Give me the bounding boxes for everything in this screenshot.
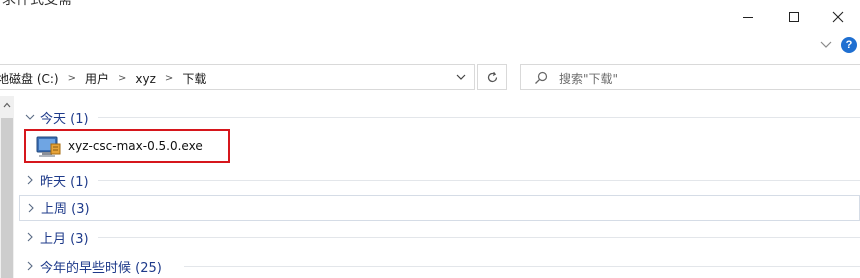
search-placeholder: 搜索"下载" xyxy=(559,72,619,86)
group-header-last-month[interactable]: 上月 (3) xyxy=(14,225,860,249)
group-header-yesterday[interactable]: 昨天 (1) xyxy=(14,168,860,192)
group-header-today[interactable]: 今天 (1) xyxy=(14,105,860,129)
minimize-icon xyxy=(743,17,753,18)
group-header-last-week[interactable]: 上周 (3) xyxy=(19,195,860,221)
group-label: 昨天 (1) xyxy=(40,175,89,190)
file-item-highlighted[interactable]: xyz-csc-max-0.5.0.exe xyxy=(24,129,230,163)
group-divider xyxy=(98,117,860,118)
breadcrumb-drive[interactable]: 地磁盘 (C:) xyxy=(0,70,59,87)
group-label: 上周 (3) xyxy=(41,202,90,217)
close-icon xyxy=(832,11,844,23)
breadcrumb: 地磁盘 (C:) > 用户 > xyz > 下载 xyxy=(0,70,206,87)
group-label: 上月 (3) xyxy=(40,232,89,247)
file-list: 今天 (1) xyz-csc-max-0.5.0.exe 昨天 (1) 上周 (… xyxy=(14,96,860,278)
chevron-down-icon xyxy=(25,114,35,120)
maximize-button[interactable] xyxy=(771,0,817,34)
search-input[interactable]: 搜索"下载" xyxy=(520,64,860,90)
chevron-right-icon xyxy=(27,232,33,242)
installer-icon xyxy=(36,136,61,157)
chevron-right-icon[interactable]: > xyxy=(118,73,126,84)
refresh-icon xyxy=(487,71,497,82)
breadcrumb-user-folder[interactable]: xyz xyxy=(135,72,156,86)
scroll-up-icon[interactable] xyxy=(3,102,11,108)
group-divider xyxy=(98,237,860,238)
group-divider xyxy=(184,266,860,267)
breadcrumb-downloads[interactable]: 下载 xyxy=(182,70,206,87)
group-label: 今年的早些时候 (25) xyxy=(40,261,162,276)
group-divider xyxy=(98,180,860,181)
address-dropdown-icon[interactable] xyxy=(456,73,466,81)
chevron-right-icon[interactable]: > xyxy=(165,73,173,84)
file-explorer-window: 求件式支需 ? 地磁盘 (C:) > 用户 > xyz > 下载 搜索"下载" … xyxy=(0,0,860,278)
scroll-thumb[interactable] xyxy=(1,118,13,278)
title-bar: 求件式支需 xyxy=(0,0,860,34)
chevron-right-icon xyxy=(27,175,33,185)
help-icon[interactable]: ? xyxy=(841,37,857,53)
vertical-scrollbar[interactable] xyxy=(0,96,14,278)
address-row: 地磁盘 (C:) > 用户 > xyz > 下载 搜索"下载" xyxy=(0,56,860,96)
minimize-button[interactable] xyxy=(725,0,771,34)
refresh-button[interactable] xyxy=(477,64,507,90)
breadcrumb-users[interactable]: 用户 xyxy=(85,70,109,87)
window-title: 求件式支需 xyxy=(2,0,72,8)
chevron-right-icon xyxy=(28,203,34,213)
ribbon-toggle-row: ? xyxy=(0,34,860,56)
chevron-right-icon xyxy=(27,261,33,271)
close-button[interactable] xyxy=(815,0,860,34)
group-label: 今天 (1) xyxy=(40,112,89,127)
maximize-icon xyxy=(789,12,799,22)
address-bar[interactable]: 地磁盘 (C:) > 用户 > xyz > 下载 xyxy=(0,64,475,90)
chevron-down-icon[interactable] xyxy=(820,40,832,50)
search-icon xyxy=(535,71,548,84)
file-name: xyz-csc-max-0.5.0.exe xyxy=(68,139,203,153)
chevron-right-icon[interactable]: > xyxy=(68,73,76,84)
group-header-earlier-this-year[interactable]: 今年的早些时候 (25) xyxy=(14,254,860,278)
